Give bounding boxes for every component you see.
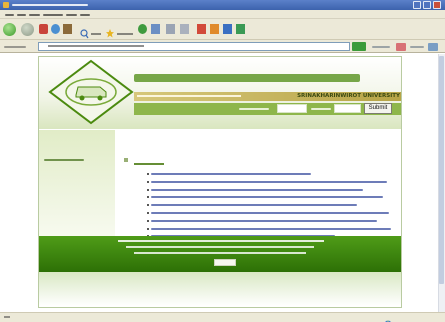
footer-address — [126, 246, 314, 248]
internet-zone — [384, 313, 440, 322]
left-menu — [39, 130, 115, 236]
menu-file[interactable] — [5, 11, 14, 18]
announcement-link[interactable] — [151, 180, 387, 183]
content-heading — [134, 161, 164, 165]
university-name: SRINAKHARINWIROT UNIVERSITY — [297, 93, 400, 99]
footer-contact — [134, 252, 306, 254]
discuss-icon[interactable] — [210, 24, 219, 34]
announcement-item[interactable] — [147, 210, 393, 218]
announcement-link[interactable] — [151, 188, 363, 191]
browser-window: SRINAKHARINWIROT UNIVERSITY Submit — [0, 0, 445, 322]
site-title — [134, 70, 360, 82]
announcement-link[interactable] — [151, 204, 357, 207]
window-title — [12, 4, 88, 6]
links-toolbar[interactable] — [372, 46, 390, 48]
go-icon[interactable] — [352, 42, 366, 51]
stop-icon[interactable] — [39, 24, 48, 34]
refresh-icon[interactable] — [51, 24, 60, 34]
search-icon — [80, 29, 101, 39]
announcement-link[interactable] — [151, 173, 311, 175]
favorites-button[interactable] — [106, 24, 134, 38]
password-label — [311, 104, 333, 113]
announcement-link[interactable] — [151, 196, 383, 199]
forward-icon[interactable] — [21, 23, 34, 36]
status-text — [4, 316, 10, 318]
menu-tools[interactable] — [66, 11, 77, 18]
announcement-item[interactable] — [147, 202, 393, 210]
announcement-item[interactable] — [147, 187, 393, 195]
menu-view[interactable] — [29, 11, 40, 18]
footer-copyright — [118, 240, 324, 242]
scrollbar-thumb[interactable] — [439, 56, 444, 284]
bullet-icon — [147, 211, 149, 214]
address-url — [48, 45, 144, 47]
menu-favorites[interactable] — [43, 11, 63, 18]
status-bar — [0, 312, 445, 322]
site-logo — [48, 59, 134, 125]
mail-icon[interactable] — [166, 24, 175, 34]
search-button[interactable] — [80, 24, 102, 39]
announcement-link[interactable] — [151, 227, 391, 230]
submit-button[interactable]: Submit — [364, 103, 392, 114]
announcement-item[interactable] — [147, 226, 393, 234]
announcement-item[interactable] — [147, 171, 393, 179]
site-subtitle — [137, 93, 241, 97]
home-icon[interactable] — [63, 24, 72, 34]
history-icon[interactable] — [151, 24, 160, 34]
maximize-button[interactable] — [423, 1, 431, 9]
media-icon[interactable] — [138, 24, 147, 34]
left-menu-item[interactable] — [44, 155, 114, 165]
footer-counter — [214, 259, 236, 266]
announcement-link[interactable] — [151, 219, 377, 222]
back-icon[interactable] — [3, 23, 16, 36]
print-icon[interactable] — [180, 24, 189, 34]
bullet-icon — [147, 227, 149, 230]
toolbar-addon-label[interactable] — [410, 46, 424, 48]
close-button[interactable] — [433, 1, 441, 9]
footer-gradient — [39, 272, 401, 306]
announcement-item[interactable] — [147, 194, 393, 202]
username-label — [239, 104, 273, 113]
announcement-link[interactable] — [151, 211, 389, 214]
bullet-icon — [147, 180, 149, 183]
messenger-icon[interactable] — [223, 24, 232, 34]
minimize-button[interactable] — [413, 1, 421, 9]
announcement-item[interactable] — [147, 218, 393, 226]
address-label — [4, 46, 26, 48]
bullet-icon — [147, 219, 149, 222]
toolbar-addon-icon-2[interactable] — [428, 43, 438, 51]
bullet-icon — [147, 196, 149, 199]
bullet-icon — [147, 204, 149, 207]
username-input[interactable] — [277, 104, 307, 113]
toolbar-addon-icon[interactable] — [396, 43, 406, 51]
menu-help[interactable] — [80, 11, 90, 18]
menu-edit[interactable] — [17, 11, 26, 18]
bullet-icon — [147, 173, 149, 175]
bullet-icon — [147, 188, 149, 191]
password-input[interactable] — [334, 104, 361, 113]
announcement-item[interactable] — [147, 179, 393, 187]
edit-icon[interactable] — [197, 24, 206, 34]
ie-icon — [3, 2, 9, 8]
favorites-icon — [106, 29, 133, 38]
menu-arrow-icon — [124, 158, 128, 162]
research-icon[interactable] — [236, 24, 245, 34]
